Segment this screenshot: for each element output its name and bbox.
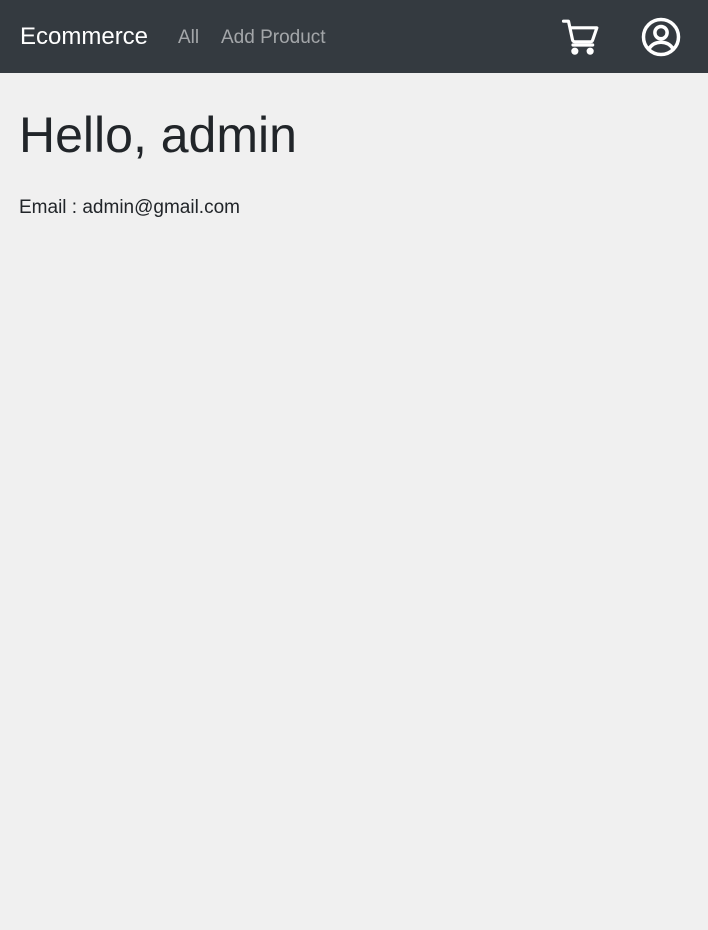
email-label: Email : bbox=[19, 197, 78, 218]
email-value: admin@gmail.com bbox=[82, 197, 240, 218]
top-navbar: Ecommerce All Add Product bbox=[0, 0, 708, 73]
cart-button[interactable] bbox=[561, 17, 601, 57]
cart-icon bbox=[561, 17, 601, 57]
account-button[interactable] bbox=[640, 16, 682, 58]
brand-link[interactable]: Ecommerce bbox=[20, 22, 148, 52]
profile-greeting: Hello, admin bbox=[19, 107, 297, 163]
nav-link-add-product[interactable]: Add Product bbox=[221, 26, 326, 50]
nav-link-all[interactable]: All bbox=[178, 26, 199, 50]
user-circle-icon bbox=[640, 16, 682, 58]
profile-email-line: Email : admin@gmail.com bbox=[19, 196, 240, 220]
